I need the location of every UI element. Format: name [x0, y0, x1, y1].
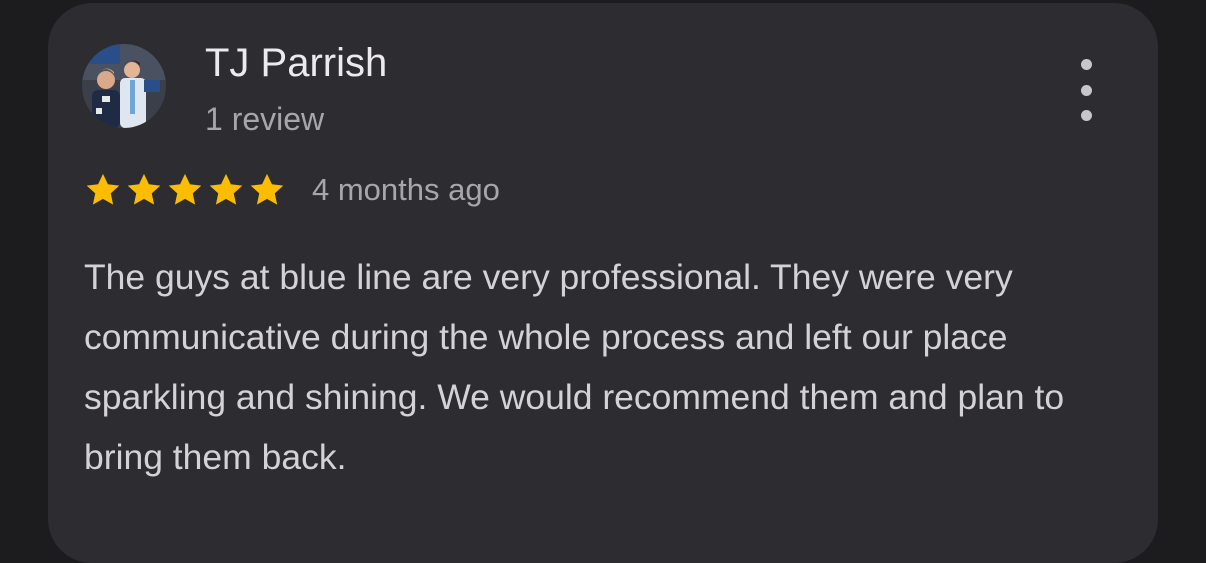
menu-dot — [1080, 84, 1092, 96]
menu-dot — [1080, 59, 1092, 70]
author-name[interactable]: TJ Parrish — [205, 39, 387, 87]
star-icon — [127, 173, 161, 205]
author-review-count[interactable]: 1 review — [205, 99, 324, 139]
review-time: 4 months ago — [312, 172, 500, 207]
menu-dot — [1080, 110, 1092, 121]
star-icon — [209, 173, 243, 205]
star-icon — [250, 173, 284, 205]
avatar-photo — [82, 44, 166, 128]
star-icon — [86, 173, 120, 205]
review-card: TJ Parrish 1 review 4 months ago The guy… — [48, 3, 1158, 563]
review-text: The guys at blue line are very professio… — [84, 257, 1065, 477]
avatar[interactable] — [82, 44, 166, 128]
star-rating — [84, 171, 286, 209]
star-icon — [168, 173, 202, 205]
more-vert-icon[interactable] — [1070, 59, 1102, 121]
